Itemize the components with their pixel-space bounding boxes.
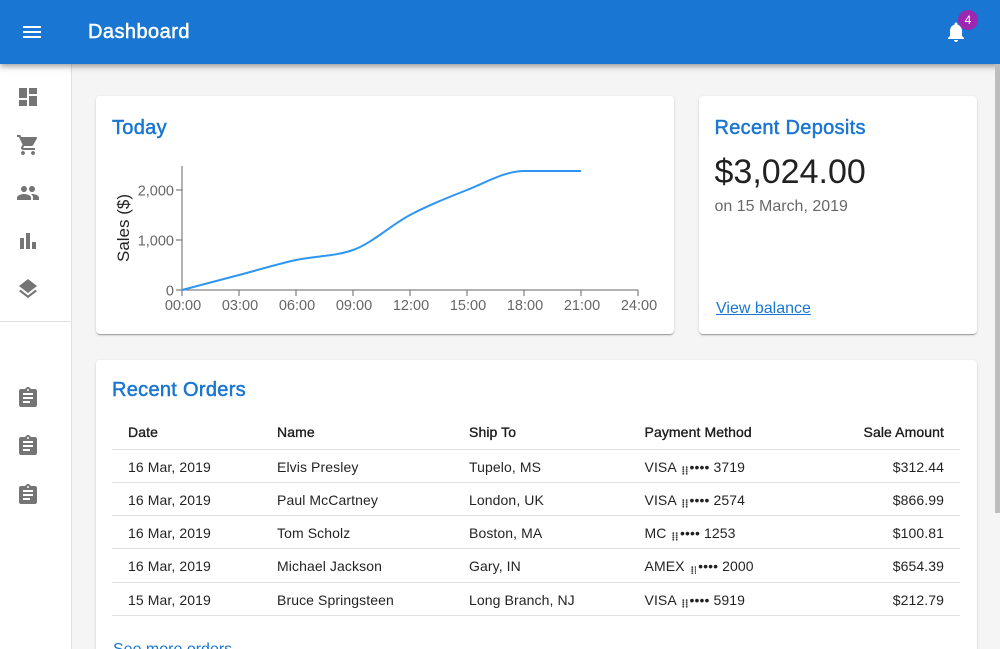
svg-text:18:00: 18:00 — [507, 298, 543, 314]
svg-text:09:00: 09:00 — [336, 298, 372, 314]
svg-text:1,000: 1,000 — [138, 234, 174, 250]
svg-text:03:00: 03:00 — [222, 298, 258, 314]
svg-text:06:00: 06:00 — [279, 298, 315, 314]
svg-text:12:00: 12:00 — [393, 298, 429, 314]
svg-text:15:00: 15:00 — [450, 298, 486, 314]
svg-text:2,000: 2,000 — [138, 184, 174, 200]
svg-text:Sales ($): Sales ($) — [114, 194, 133, 262]
svg-text:21:00: 21:00 — [564, 298, 600, 314]
svg-text:24:00: 24:00 — [621, 298, 657, 314]
svg-text:00:00: 00:00 — [165, 298, 201, 314]
